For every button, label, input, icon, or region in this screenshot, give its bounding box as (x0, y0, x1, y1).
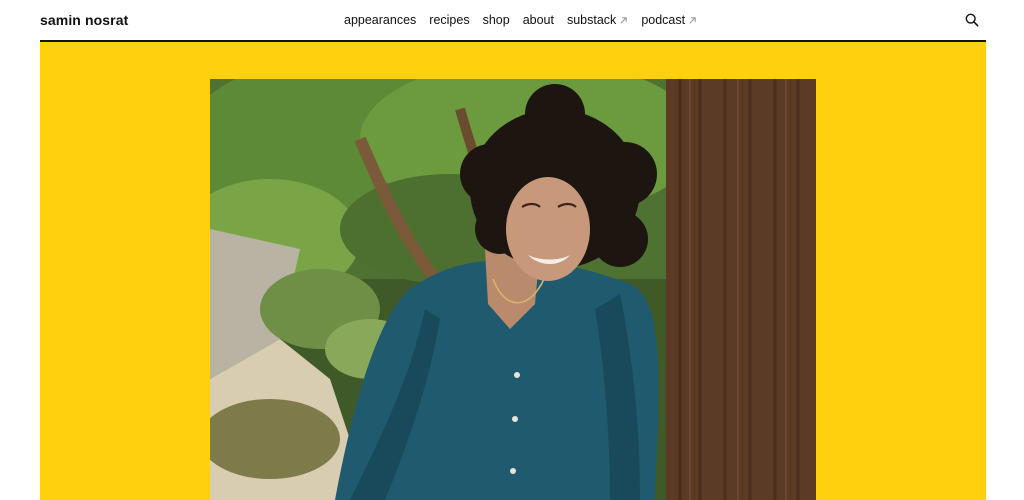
portrait-illustration (210, 79, 816, 500)
nav-about-label: about (522, 13, 554, 27)
nav-appearances[interactable]: appearances (344, 13, 416, 27)
nav-about[interactable]: about (523, 13, 554, 27)
nav-substack[interactable]: substack (567, 13, 628, 27)
search-icon[interactable] (965, 13, 979, 27)
nav-podcast[interactable]: podcast (641, 13, 697, 27)
arrow-up-right-icon (689, 16, 696, 24)
nav-podcast-label: podcast (641, 13, 686, 27)
nav-shop[interactable]: shop (483, 13, 510, 27)
nav-shop-label: shop (482, 13, 510, 27)
portrait-photo (210, 79, 816, 500)
site-header: samin nosrat appearances recipes shop ab… (40, 0, 986, 42)
nav-substack-label: substack (566, 13, 617, 27)
nav-recipes-label: recipes (429, 13, 470, 27)
site-logo[interactable]: samin nosrat (40, 12, 128, 28)
hero-section (40, 42, 986, 500)
nav-appearances-label: appearances (344, 13, 417, 27)
arrow-up-right-icon (620, 16, 628, 24)
main-nav: appearances recipes shop about substack … (344, 0, 697, 40)
nav-recipes[interactable]: recipes (429, 13, 469, 27)
